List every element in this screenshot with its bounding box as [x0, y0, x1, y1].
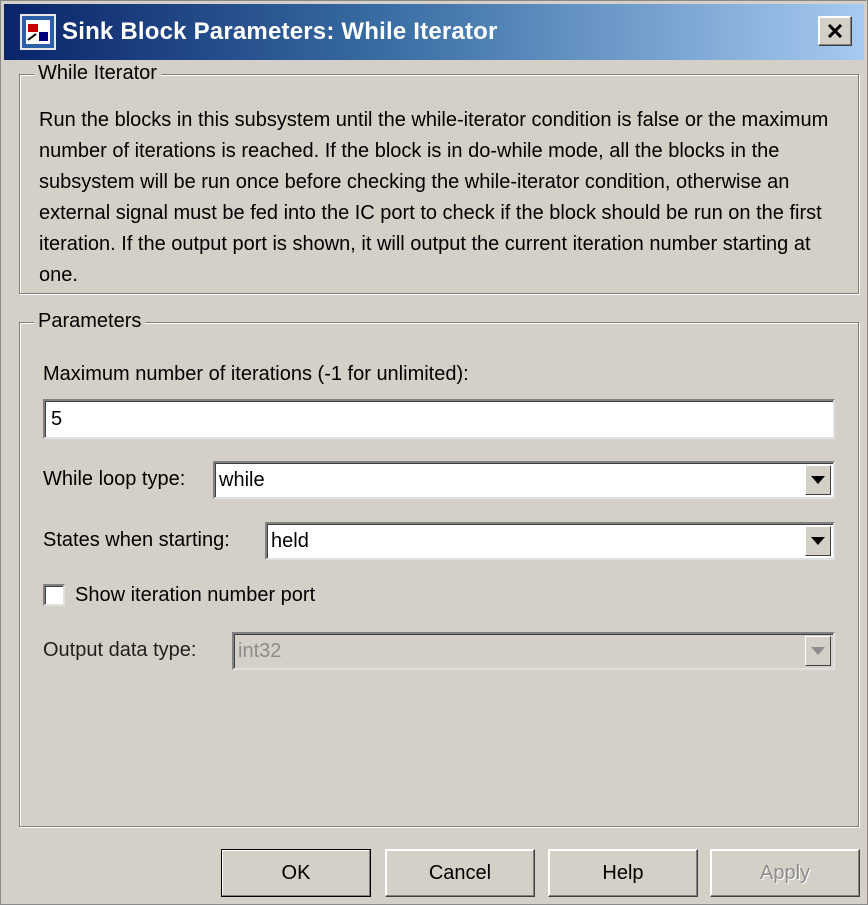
- block-description: Run the blocks in this subsystem until t…: [39, 109, 829, 286]
- states-starting-value: held: [271, 529, 309, 552]
- max-iterations-label: Maximum number of iterations (-1 for unl…: [43, 363, 469, 385]
- states-starting-dropdown-button[interactable]: [805, 526, 831, 556]
- loop-type-label: While loop type:: [43, 468, 186, 490]
- parameters-group: Parameters: [19, 310, 859, 827]
- parameters-group-title: Parameters: [34, 310, 146, 333]
- loop-type-value: while: [219, 468, 265, 491]
- chevron-down-icon: [811, 647, 825, 655]
- window-title: Sink Block Parameters: While Iterator: [62, 18, 498, 45]
- output-data-type-select: int32: [232, 632, 835, 670]
- title-bar[interactable]: Sink Block Parameters: While Iterator: [4, 4, 864, 60]
- states-starting-select[interactable]: held: [265, 522, 835, 560]
- apply-button: Apply: [710, 849, 860, 897]
- chevron-down-icon: [811, 537, 825, 545]
- states-starting-label: States when starting:: [43, 529, 230, 551]
- help-button[interactable]: Help: [548, 849, 698, 897]
- ok-button[interactable]: OK: [221, 849, 371, 897]
- close-button[interactable]: [818, 16, 852, 46]
- show-iteration-port-label[interactable]: Show iteration number port: [75, 584, 315, 607]
- loop-type-dropdown-button[interactable]: [805, 465, 831, 495]
- show-iteration-port-checkbox[interactable]: [43, 584, 65, 606]
- close-icon: [827, 24, 843, 38]
- cancel-button[interactable]: Cancel: [385, 849, 535, 897]
- simulink-block-icon[interactable]: [20, 14, 56, 50]
- output-data-type-label: Output data type:: [43, 639, 197, 661]
- max-iterations-input[interactable]: 5: [43, 399, 835, 439]
- max-iterations-value: 5: [51, 407, 63, 430]
- loop-type-select[interactable]: while: [213, 461, 835, 499]
- chevron-down-icon: [811, 476, 825, 484]
- output-data-type-value: int32: [238, 639, 282, 662]
- dialog-window: Sink Block Parameters: While Iterator Wh…: [0, 0, 868, 905]
- output-data-type-dropdown-button: [805, 636, 831, 666]
- description-group-title: While Iterator: [34, 62, 161, 85]
